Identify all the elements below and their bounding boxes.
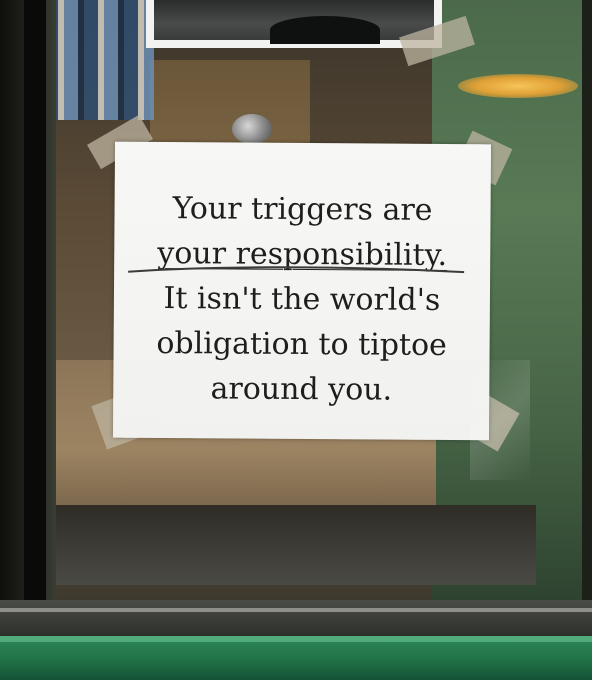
window-sill [0,600,592,640]
bulletin-board [44,0,154,120]
doorknob [232,114,272,144]
window-sill-edge [0,608,592,612]
floor-shadow [56,505,536,585]
sign-line-5: around you. [210,371,393,408]
sign-line-1: Your triggers are [172,191,433,228]
glass-glare [470,360,530,480]
window-frame-left-post [24,0,46,600]
sign-line-3: It isn't the world's [163,281,441,318]
green-trim [0,636,592,680]
pen-underline [128,266,465,274]
green-trim-highlight [0,636,592,642]
sign-line-4: obligation to tiptoe [156,325,447,364]
window-frame-right [582,0,592,640]
poster-hill [270,16,380,44]
lamp-glow [458,74,578,98]
photo-scene: Your triggers are your responsibility. I… [0,0,592,680]
paper-sign: Your triggers are your responsibility. I… [112,141,492,441]
